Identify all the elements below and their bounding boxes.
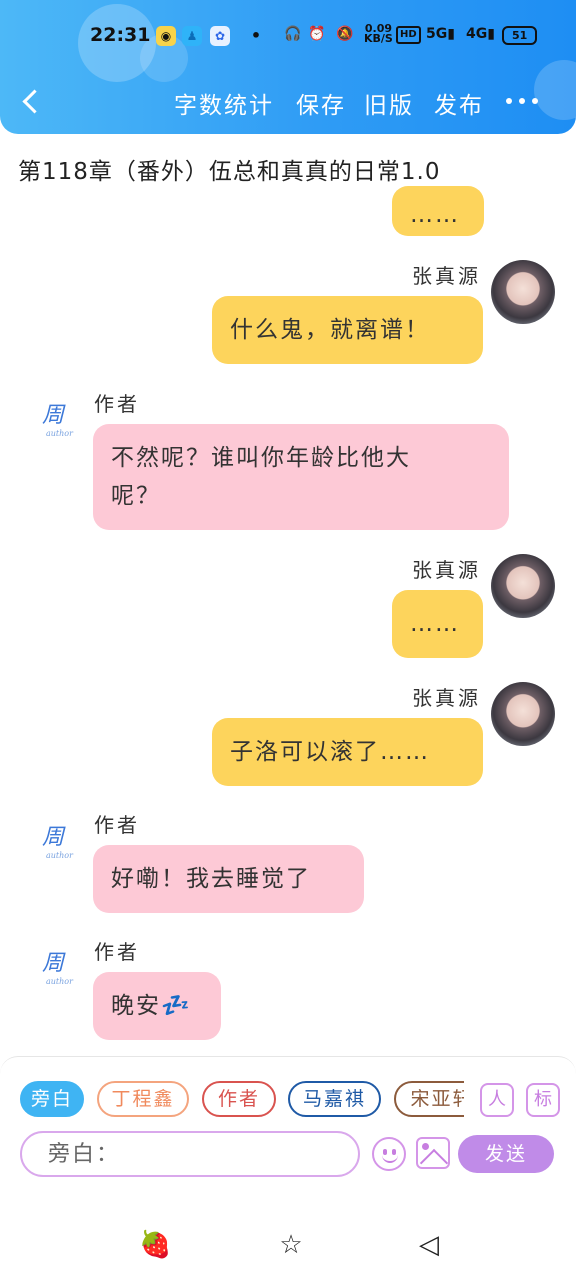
chat-bubble[interactable]: …… xyxy=(392,590,483,658)
mute-icon: 🔕 xyxy=(336,26,354,42)
person-icon[interactable]: 人 xyxy=(480,1083,514,1117)
chapter-title: 第118章（番外）伍总和真真的日常1.0 xyxy=(18,159,441,185)
role-chip[interactable]: 丁程鑫 xyxy=(97,1081,189,1117)
bubble-text-line: 不然呢？谁叫你年龄比他大 xyxy=(111,445,411,471)
bottom-navigation: 🍓 ☆ ◁ xyxy=(0,1210,576,1280)
chat-bubble[interactable]: 晚安💤 xyxy=(93,972,221,1040)
sender-name: 作者 xyxy=(94,813,140,837)
tag-icon[interactable]: 标 xyxy=(526,1083,560,1117)
back-button[interactable] xyxy=(20,86,48,120)
chat-bubble[interactable]: …… xyxy=(392,186,484,236)
signal-4g-icon: 4G▮ xyxy=(466,26,495,42)
input-panel: 旁白 丁程鑫 作者 马嘉祺 宋亚轩 人 标 发送 xyxy=(0,1056,576,1210)
chat-bubble[interactable]: 好嘞！我去睡觉了 xyxy=(93,845,364,913)
headset-icon: 🎧 xyxy=(284,26,302,42)
star-icon[interactable]: ☆ xyxy=(276,1230,306,1260)
emoji-mouth xyxy=(382,1155,398,1163)
alarm-icon: ⏰ xyxy=(308,26,326,42)
emoji-icon[interactable] xyxy=(372,1137,406,1171)
avatar[interactable] xyxy=(491,682,555,746)
sender-name: 张真源 xyxy=(412,558,481,582)
author-logo-avatar[interactable]: 周 author xyxy=(24,816,82,866)
network-speed: 0.09 KB/S xyxy=(364,22,393,45)
send-button[interactable]: 发送 xyxy=(458,1135,554,1173)
wechat-icon: ◉ xyxy=(156,26,176,46)
status-bar: 22:31 ◉ ♟ ✿ • 🎧 ⏰ 🔕 0.09 KB/S HD 5G▮ 4G▮ … xyxy=(0,22,576,52)
dot-icon xyxy=(506,98,512,104)
author-logo-avatar[interactable]: 周 author xyxy=(24,942,82,992)
sender-name: 张真源 xyxy=(412,264,481,288)
dot-icon xyxy=(532,98,538,104)
baidu-icon: ✿ xyxy=(210,26,230,46)
status-time: 22:31 xyxy=(90,24,151,46)
notification-dot: • xyxy=(250,26,262,45)
image-icon[interactable] xyxy=(416,1137,450,1169)
save-button[interactable]: 保存 xyxy=(296,86,346,120)
strawberry-icon[interactable]: 🍓 xyxy=(139,1230,171,1260)
role-chip[interactable]: 马嘉祺 xyxy=(288,1081,381,1117)
avatar[interactable] xyxy=(491,554,555,618)
sender-name: 张真源 xyxy=(412,686,481,710)
bubble-text-line: 呢？ xyxy=(111,483,161,509)
signal-5g-icon: 5G▮ xyxy=(426,26,455,42)
chat-bubble[interactable]: 不然呢？谁叫你年龄比他大 呢？ xyxy=(93,424,509,530)
dot-icon xyxy=(519,98,525,104)
role-chip-narrator[interactable]: 旁白 xyxy=(20,1081,84,1117)
avatar[interactable] xyxy=(491,260,555,324)
publish-button[interactable]: 发布 xyxy=(434,86,484,120)
hd-badge: HD xyxy=(396,26,421,44)
header-decoration xyxy=(534,60,576,120)
back-shape-icon[interactable]: ◁ xyxy=(414,1230,444,1260)
sender-name: 作者 xyxy=(94,392,140,416)
role-selector: 旁白 丁程鑫 作者 马嘉祺 宋亚轩 xyxy=(20,1081,464,1121)
role-chip[interactable]: 作者 xyxy=(202,1081,276,1117)
author-logo-avatar[interactable]: 周 author xyxy=(24,394,82,444)
chat-bubble[interactable]: 什么鬼，就离谱！ xyxy=(212,296,483,364)
chat-bubble[interactable]: 子洛可以滚了…… xyxy=(212,718,483,786)
qq-icon: ♟ xyxy=(182,26,202,46)
battery-icon: 51 xyxy=(502,26,538,45)
old-version-button[interactable]: 旧版 xyxy=(364,86,414,120)
role-chip[interactable]: 宋亚轩 xyxy=(394,1081,464,1117)
message-input[interactable] xyxy=(20,1131,360,1177)
top-header: 22:31 ◉ ♟ ✿ • 🎧 ⏰ 🔕 0.09 KB/S HD 5G▮ 4G▮ … xyxy=(0,0,576,134)
sender-name: 作者 xyxy=(94,940,140,964)
more-menu-button[interactable] xyxy=(506,98,540,108)
word-count-button[interactable]: 字数统计 xyxy=(174,86,274,120)
